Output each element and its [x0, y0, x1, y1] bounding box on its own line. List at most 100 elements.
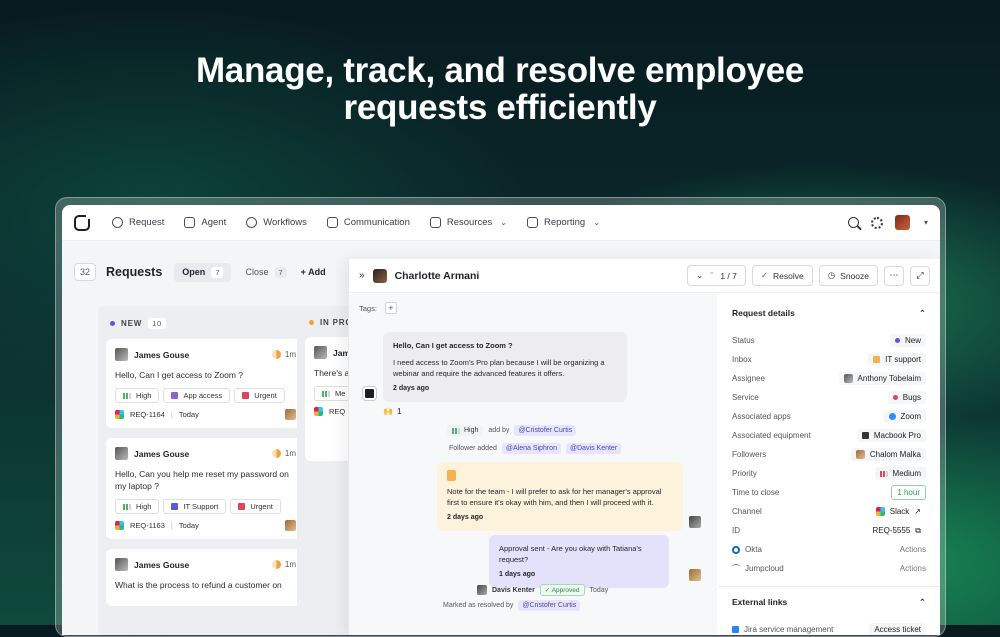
chevron-down-icon[interactable]: ▾: [924, 218, 928, 227]
avatar: [115, 558, 128, 571]
nav-request-label: Request: [129, 217, 165, 228]
copy-icon[interactable]: ⧉: [915, 526, 921, 536]
chevron-up-icon[interactable]: ⌃: [919, 308, 926, 319]
message-body: I need access to Zoom's Pro plan because…: [393, 358, 605, 378]
detail-value[interactable]: Anthony Tobelaim: [838, 372, 926, 385]
internal-note: Note for the team - I will prefer to ask…: [437, 462, 683, 531]
details-header[interactable]: Request details ⌃: [732, 308, 926, 319]
chevron-up-icon[interactable]: ⌃: [919, 597, 926, 608]
urgent-tag[interactable]: Urgent: [234, 388, 285, 403]
detail-label: Assignee: [732, 374, 765, 383]
mention[interactable]: @Davis Kenter: [565, 443, 622, 454]
pager[interactable]: ⌄ ⌃ 1 / 7: [687, 265, 746, 286]
priority-tag[interactable]: High: [115, 388, 160, 403]
panel-header: » Charlotte Armani ⌄ ⌃ 1 / 7 ✓ Resolve ◷ Sno…: [349, 259, 940, 293]
request-card[interactable]: James Gouse 1m What is the process to ref…: [106, 549, 305, 606]
tab-open[interactable]: Open 7: [174, 262, 232, 282]
detail-value-text: Macbook Pro: [873, 431, 921, 440]
priority-label: High: [136, 391, 152, 400]
detail-value[interactable]: Bugs: [887, 391, 926, 404]
message-time: 2 days ago: [393, 385, 430, 392]
nav-request[interactable]: Request: [112, 217, 164, 228]
mention[interactable]: @Cristofer Curtis: [518, 600, 581, 611]
request-card[interactable]: James Gouse 1m Hello, Can I get access to…: [106, 339, 305, 428]
nav-resources-label: Resources: [446, 217, 493, 228]
note-icon: [447, 470, 456, 481]
detail-value[interactable]: Macbook Pro: [856, 429, 926, 442]
detail-value[interactable]: Medium: [874, 467, 926, 480]
tag-icon: [238, 503, 246, 510]
gear-icon[interactable]: [870, 216, 883, 229]
nav-reporting[interactable]: Reporting ⌄: [526, 217, 600, 228]
monitor-icon: [171, 503, 179, 510]
add-view-button[interactable]: + Add: [301, 267, 326, 277]
avatar: [689, 516, 701, 528]
mention[interactable]: @Alena Siphron: [501, 443, 561, 454]
actions-button[interactable]: Actions: [900, 564, 926, 573]
detail-value[interactable]: Chalom Malka: [850, 448, 926, 461]
approval-row: Davis Kenter ✓ Approved Today: [477, 584, 608, 596]
external-link-icon[interactable]: ↗: [914, 507, 921, 516]
urgent-tag[interactable]: Urgent: [230, 499, 281, 514]
detail-value[interactable]: 1 hour: [891, 485, 926, 500]
priority-tag: High: [447, 425, 484, 436]
detail-value-text: REQ-5555: [872, 526, 911, 535]
search-icon[interactable]: [847, 217, 859, 228]
status-dot: [894, 338, 900, 343]
message-bubble: Hello, Can I get access to Zoom ? I need…: [383, 332, 627, 402]
snooze-button[interactable]: ◷ Snooze: [818, 265, 878, 286]
detail-label: Okta: [745, 545, 762, 554]
link-label[interactable]: Jira service management: [744, 625, 833, 634]
slack-icon: [314, 407, 323, 416]
category-tag[interactable]: IT Support: [163, 499, 227, 514]
nav-workflows[interactable]: Workflows: [246, 217, 307, 228]
actions-button[interactable]: Actions: [900, 545, 926, 554]
request-card[interactable]: James Gouse 1m Hello, Can you help me res…: [106, 438, 305, 539]
status-dot: [110, 321, 115, 326]
user-avatar[interactable]: [894, 215, 910, 230]
detail-value[interactable]: IT support: [868, 353, 926, 366]
expand-icon[interactable]: ⤢: [910, 265, 930, 286]
detail-assignee: Assignee Anthony Tobelaim: [732, 369, 926, 388]
nav-agent[interactable]: Agent: [184, 217, 226, 228]
avatar: [115, 447, 128, 460]
priority-tag[interactable]: High: [115, 499, 160, 514]
detail-label: ID: [732, 526, 740, 535]
nav-agent-label: Agent: [201, 217, 227, 228]
request-detail-panel: » Charlotte Armani ⌄ ⌃ 1 / 7 ✓ Resolve ◷ Sno…: [348, 259, 940, 635]
okta-icon: [732, 545, 740, 554]
tags-label: Tags:: [359, 303, 377, 313]
category-tag[interactable]: App access: [163, 388, 231, 403]
detail-value[interactable]: New: [889, 334, 926, 347]
chevron-down-icon[interactable]: ⌄: [696, 270, 703, 281]
tab-close[interactable]: Close 7: [237, 263, 294, 282]
request-icon: [112, 217, 123, 228]
note-body: Note for the team - I will prefer to ask…: [447, 487, 662, 507]
detail-value[interactable]: Zoom: [883, 410, 926, 423]
category-label: IT Support: [183, 502, 219, 511]
card-message: What is the process to refund a customer…: [115, 580, 282, 590]
nav-communication[interactable]: Communication: [326, 217, 410, 228]
nav-reporting-label: Reporting: [543, 217, 586, 228]
status-badge: ✓ Approved: [539, 584, 585, 596]
avatar: [689, 569, 701, 581]
external-links-header[interactable]: External links ⌃: [732, 597, 926, 608]
message-bubble: Approval sent - Are you okay with Tatian…: [489, 535, 669, 588]
card-time: 1m: [284, 560, 296, 569]
requester-name: James Gouse: [134, 559, 190, 570]
logo-icon[interactable]: [74, 213, 91, 231]
resolve-button[interactable]: ✓ Resolve: [751, 265, 813, 286]
nav-resources[interactable]: Resources ⌄: [429, 217, 507, 228]
detail-value[interactable]: Slack ↗: [871, 505, 926, 518]
priority-label: High: [136, 502, 152, 511]
detail-equipment: Associated equipment Macbook Pro: [732, 426, 926, 445]
more-icon[interactable]: ⋯: [884, 265, 904, 286]
chevron-up-icon[interactable]: ⌃: [708, 270, 715, 281]
requests-count: 32: [74, 263, 97, 281]
detail-value[interactable]: REQ-5555 ⧉: [867, 524, 926, 538]
mention[interactable]: @Cristofer Curtis: [514, 425, 577, 436]
add-tag-button[interactable]: +: [384, 302, 397, 314]
collapse-icon[interactable]: »: [359, 270, 365, 281]
detail-value-text: Anthony Tobelaim: [857, 374, 921, 383]
reaction[interactable]: 🙌 1: [383, 407, 401, 416]
